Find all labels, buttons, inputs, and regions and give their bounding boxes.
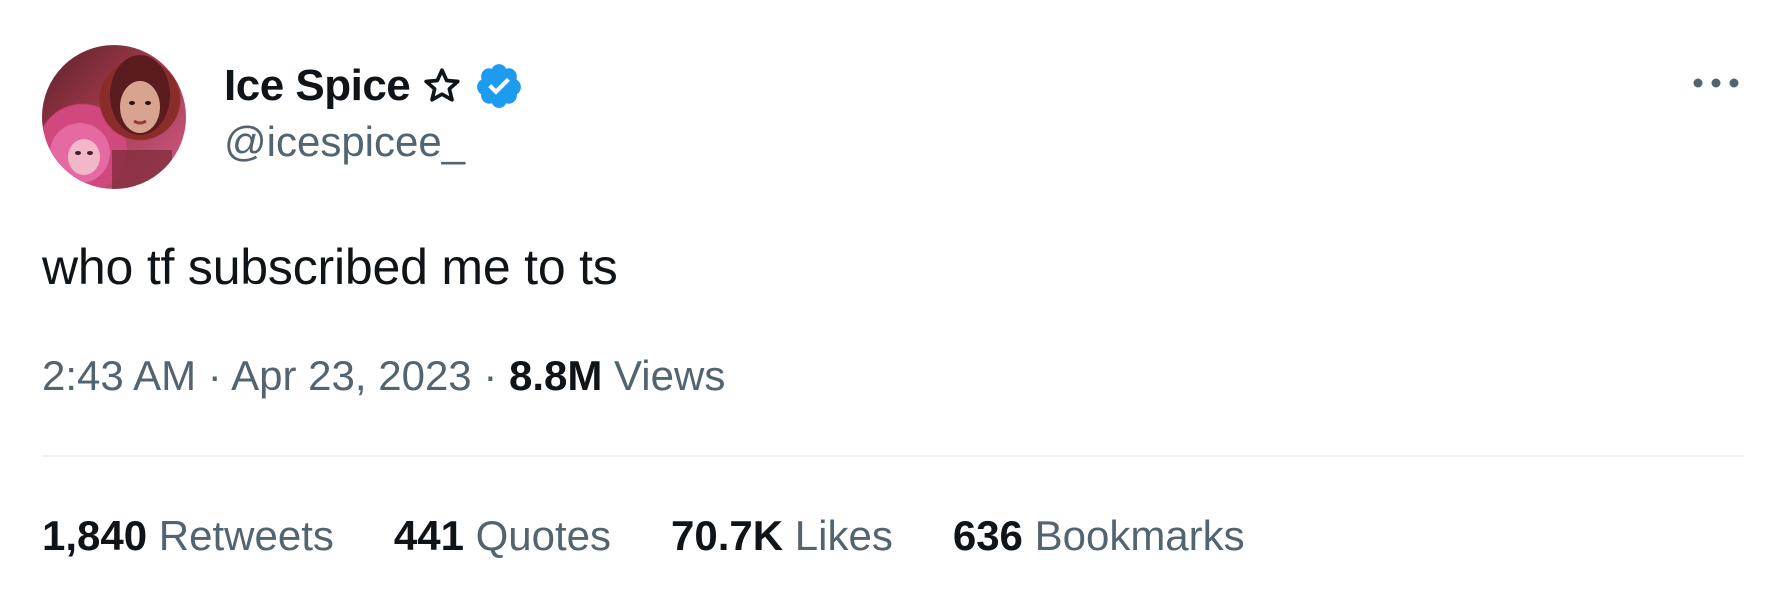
stat-quotes[interactable]: 441 Quotes (394, 512, 611, 560)
views-count: 8.8M (509, 352, 603, 399)
verified-badge-icon[interactable] (474, 61, 524, 111)
stat-bookmarks[interactable]: 636 Bookmarks (953, 512, 1245, 560)
tweet-text: who tf subscribed me to ts (42, 239, 618, 295)
tweet-metadata: 2:43 AM · Apr 23, 2023 · 8.8M Views (42, 352, 725, 400)
stat-label: Likes (794, 512, 893, 559)
stat-count: 1,840 (42, 512, 148, 559)
author-name-row: Ice Spice (224, 58, 524, 114)
meta-separator: · (483, 352, 498, 399)
tweet-date[interactable]: Apr 23, 2023 (231, 352, 472, 399)
stat-count: 441 (393, 512, 464, 559)
views-label: Views (614, 352, 726, 399)
stat-label: Bookmarks (1034, 512, 1245, 559)
stat-retweets[interactable]: 1,840 Retweets (42, 512, 334, 560)
more-horizontal-icon (1693, 78, 1739, 88)
engagement-stats: 1,840 Retweets 441 Quotes 70.7K Likes 63… (42, 512, 1305, 560)
stat-likes[interactable]: 70.7K Likes (671, 512, 893, 560)
author-handle[interactable]: @icespicee_ (224, 118, 524, 166)
avatar[interactable] (42, 45, 186, 189)
stat-label: Retweets (158, 512, 334, 559)
stat-label: Quotes (475, 512, 612, 559)
tweet-time[interactable]: 2:43 AM (42, 352, 196, 399)
author-name[interactable]: Ice Spice (224, 61, 411, 111)
meta-separator: · (207, 352, 222, 399)
star-icon (422, 66, 462, 106)
divider (42, 455, 1744, 457)
stat-count: 70.7K (671, 512, 784, 559)
avatar-image (50, 55, 172, 189)
stat-count: 636 (952, 512, 1023, 559)
more-options-button[interactable] (1688, 68, 1744, 98)
tweet-card: Ice Spice @icespicee_ who tf subscribed … (0, 0, 1784, 606)
author-block: Ice Spice @icespicee_ (224, 58, 524, 166)
